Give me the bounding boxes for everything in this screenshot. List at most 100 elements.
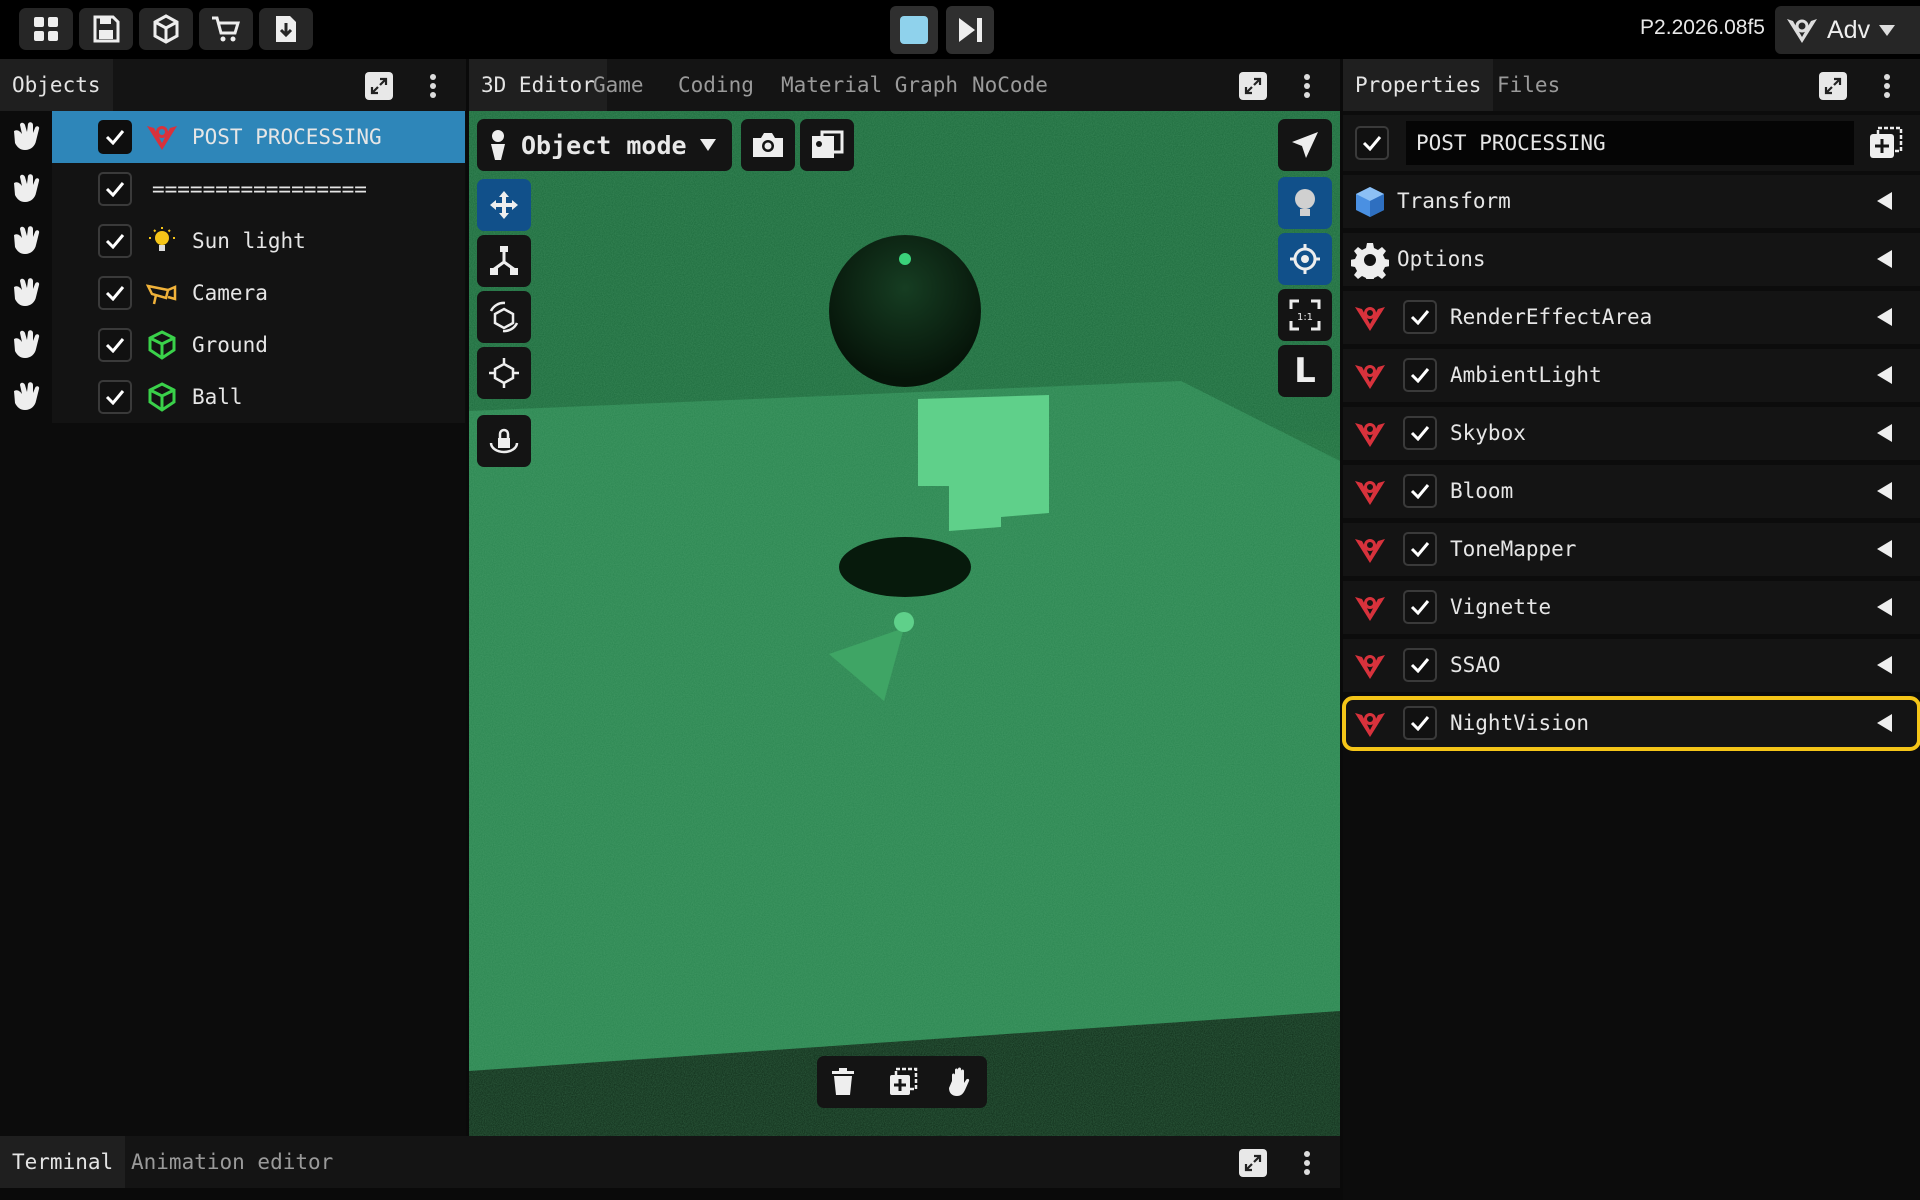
object-row-main[interactable]: Ball — [52, 371, 465, 423]
expand-button[interactable] — [1819, 72, 1847, 100]
section-options[interactable]: Options — [1343, 233, 1920, 286]
collapse-arrow-icon[interactable] — [1877, 192, 1892, 210]
tab-game[interactable]: Game — [581, 59, 656, 111]
object-row-sun-light[interactable]: Sun light — [0, 215, 466, 267]
object-row-separator[interactable]: ================= — [0, 163, 466, 215]
more-button[interactable] — [1293, 1149, 1321, 1177]
screenshot-button[interactable] — [741, 119, 795, 171]
effect-enabled-checkbox[interactable] — [1403, 706, 1437, 740]
collapse-arrow-icon[interactable] — [1877, 598, 1892, 616]
hand-grab-icon[interactable] — [8, 329, 44, 361]
tab-objects[interactable]: Objects — [0, 59, 113, 111]
scale-icon — [490, 246, 518, 275]
hand-grab-icon[interactable] — [8, 225, 44, 257]
section-tone-mapper[interactable]: ToneMapper — [1343, 523, 1920, 576]
tab-material-graph[interactable]: Material Graph — [769, 59, 970, 111]
object-row-main[interactable]: ================= — [52, 163, 465, 215]
pan-button[interactable] — [939, 1062, 983, 1102]
hand-grab-icon[interactable] — [8, 381, 44, 413]
stop-button[interactable] — [890, 6, 938, 54]
effect-enabled-checkbox[interactable] — [1403, 358, 1437, 392]
effect-enabled-checkbox[interactable] — [1403, 416, 1437, 450]
package-button[interactable] — [139, 8, 193, 50]
tab-nocode[interactable]: NoCode — [960, 59, 1060, 111]
collapse-arrow-icon[interactable] — [1877, 482, 1892, 500]
tab-properties[interactable]: Properties — [1343, 59, 1494, 111]
duplicate-button[interactable] — [881, 1062, 925, 1102]
visibility-checkbox[interactable] — [98, 120, 132, 154]
object-row-main[interactable]: Camera — [52, 267, 465, 319]
collapse-arrow-icon[interactable] — [1877, 308, 1892, 326]
mode-dropdown[interactable]: Object mode — [477, 119, 732, 171]
lock-camera-button[interactable] — [477, 415, 531, 467]
visibility-checkbox[interactable] — [98, 172, 132, 206]
collapse-arrow-icon[interactable] — [1877, 366, 1892, 384]
object-row-ball[interactable]: Ball — [0, 371, 466, 423]
hand-grab-icon[interactable] — [8, 173, 44, 205]
store-button[interactable] — [199, 8, 253, 50]
section-skybox[interactable]: Skybox — [1343, 407, 1920, 460]
visibility-checkbox[interactable] — [98, 276, 132, 310]
collapse-arrow-icon[interactable] — [1877, 250, 1892, 268]
check-icon — [1410, 368, 1430, 383]
section-ssao[interactable]: SSAO — [1343, 639, 1920, 692]
light-toggle-button[interactable] — [1278, 177, 1332, 229]
collapse-arrow-icon[interactable] — [1877, 714, 1892, 732]
tab-terminal[interactable]: Terminal — [0, 1136, 126, 1188]
more-button[interactable] — [419, 72, 447, 100]
play-controls — [890, 6, 994, 54]
object-row-main[interactable]: Ground — [52, 319, 465, 371]
object-name-input[interactable] — [1406, 121, 1854, 165]
effect-enabled-checkbox[interactable] — [1403, 532, 1437, 566]
object-row-post-processing[interactable]: POST PROCESSING — [0, 111, 466, 163]
visibility-checkbox[interactable] — [98, 328, 132, 362]
object-row-main[interactable]: POST PROCESSING — [52, 111, 465, 163]
add-component-button[interactable] — [1868, 125, 1904, 161]
section-bloom[interactable]: Bloom — [1343, 465, 1920, 518]
section-night-vision[interactable]: NightVision — [1342, 696, 1920, 751]
object-row-camera[interactable]: Camera — [0, 267, 466, 319]
transform-tool-button[interactable] — [477, 347, 531, 399]
effect-enabled-checkbox[interactable] — [1403, 648, 1437, 682]
enabled-checkbox[interactable] — [1355, 126, 1389, 160]
effect-enabled-checkbox[interactable] — [1403, 300, 1437, 334]
export-button[interactable] — [259, 8, 313, 50]
collapse-arrow-icon[interactable] — [1877, 540, 1892, 558]
scale-tool-button[interactable] — [477, 235, 531, 287]
focus-target-button[interactable] — [1278, 233, 1332, 285]
gallery-button[interactable] — [800, 119, 854, 171]
section-transform[interactable]: Transform — [1343, 175, 1920, 228]
move-tool-button[interactable] — [477, 179, 531, 231]
more-button[interactable] — [1293, 72, 1321, 100]
visibility-checkbox[interactable] — [98, 380, 132, 414]
more-button[interactable] — [1873, 72, 1901, 100]
collapse-arrow-icon[interactable] — [1877, 424, 1892, 442]
grid-button[interactable] — [19, 8, 73, 50]
hand-grab-icon[interactable] — [8, 277, 44, 309]
expand-button[interactable] — [1239, 72, 1267, 100]
delete-button[interactable] — [821, 1062, 865, 1102]
section-ambient-light[interactable]: AmbientLight — [1343, 349, 1920, 402]
3d-viewport[interactable]: Object mode 1:1 L — [469, 111, 1340, 1136]
visibility-checkbox[interactable] — [98, 224, 132, 258]
rotate-tool-button[interactable] — [477, 291, 531, 343]
tab-animation-editor[interactable]: Animation editor — [119, 1136, 345, 1188]
section-vignette[interactable]: Vignette — [1343, 581, 1920, 634]
step-forward-button[interactable] — [946, 6, 994, 54]
save-button[interactable] — [79, 8, 133, 50]
hand-grab-icon[interactable] — [8, 121, 44, 153]
collapse-arrow-icon[interactable] — [1877, 656, 1892, 674]
section-render-effect-area[interactable]: RenderEffectArea — [1343, 291, 1920, 344]
local-space-button[interactable]: L — [1278, 345, 1332, 397]
effect-enabled-checkbox[interactable] — [1403, 590, 1437, 624]
fit-view-button[interactable]: 1:1 — [1278, 289, 1332, 341]
object-row-ground[interactable]: Ground — [0, 319, 466, 371]
tab-files[interactable]: Files — [1485, 59, 1572, 111]
tab-coding[interactable]: Coding — [666, 59, 766, 111]
user-menu[interactable]: Adv — [1775, 6, 1920, 54]
select-tool-button[interactable] — [1278, 119, 1332, 171]
expand-button[interactable] — [365, 72, 393, 100]
object-row-main[interactable]: Sun light — [52, 215, 465, 267]
effect-enabled-checkbox[interactable] — [1403, 474, 1437, 508]
expand-button[interactable] — [1239, 1149, 1267, 1177]
